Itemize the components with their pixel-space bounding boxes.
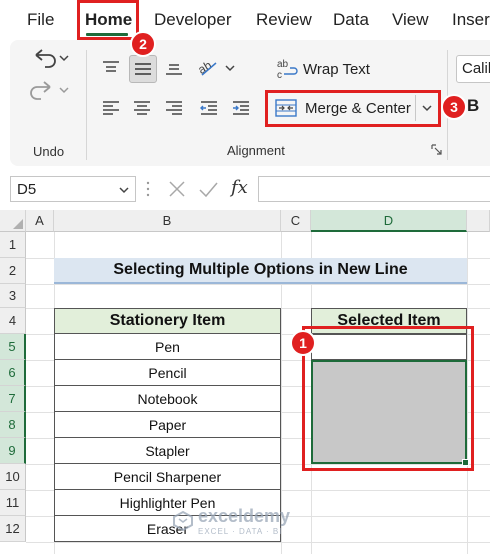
row-header[interactable]: 2 — [0, 258, 26, 284]
row-header[interactable]: 10 — [0, 464, 26, 490]
callout-badge-1: 1 — [290, 330, 316, 356]
table-cell[interactable]: Pen — [54, 334, 281, 360]
table-cell[interactable]: Pencil — [54, 360, 281, 386]
row-header[interactable]: 7 — [0, 386, 26, 412]
ribbon-tab-bar: File Home Developer Review Data View Ins… — [0, 0, 490, 40]
table-cell[interactable]: Paper — [54, 412, 281, 438]
align-center-icon — [134, 101, 150, 115]
stationery-header[interactable]: Stationery Item — [54, 308, 281, 334]
svg-text:ab: ab — [277, 59, 289, 70]
redo-icon — [30, 81, 69, 100]
align-right-button[interactable] — [161, 95, 187, 121]
increase-indent-icon — [233, 101, 249, 115]
top-align-icon — [103, 61, 119, 72]
sheet-title[interactable]: Selecting Multiple Options in New Line — [54, 258, 467, 284]
name-box[interactable]: D5 — [10, 176, 136, 202]
align-left-button[interactable] — [98, 95, 124, 121]
grip-icon — [146, 181, 150, 197]
bottom-align-icon — [166, 64, 182, 75]
row-header[interactable]: 4 — [0, 308, 26, 334]
merge-center-highlight — [265, 90, 441, 127]
range-highlight — [302, 326, 474, 471]
decrease-indent-button[interactable] — [196, 95, 222, 121]
align-right-icon — [166, 101, 182, 115]
formula-input[interactable] — [258, 176, 490, 202]
exceldemy-logo-icon — [173, 510, 193, 532]
bold-button[interactable]: B — [467, 96, 479, 116]
name-box-value: D5 — [17, 181, 37, 198]
orientation-button[interactable]: ab — [196, 55, 238, 81]
tab-insert[interactable]: Inser — [452, 10, 490, 30]
watermark-name: exceldemy — [198, 506, 291, 526]
watermark: exceldemy EXCEL · DATA · BI — [172, 506, 290, 536]
watermark-text: exceldemy EXCEL · DATA · BI — [198, 506, 290, 536]
row-header[interactable]: 1 — [0, 232, 26, 258]
select-all-corner[interactable] — [0, 210, 26, 232]
excel-window: File Home Developer Review Data View Ins… — [0, 0, 490, 554]
alignment-dialog-launcher[interactable] — [431, 144, 443, 156]
row-header[interactable]: 9 — [0, 438, 26, 464]
callout-badge-2: 2 — [130, 31, 156, 57]
dialog-launcher-icon — [431, 144, 442, 155]
row-header[interactable]: 3 — [0, 284, 26, 308]
alignment-group-label: Alignment — [227, 143, 285, 158]
watermark-tagline: EXCEL · DATA · BI — [198, 527, 283, 536]
gridline — [26, 284, 490, 285]
table-cell[interactable]: Stapler — [54, 438, 281, 464]
tab-developer[interactable]: Developer — [154, 10, 232, 30]
orientation-icon: ab — [196, 58, 235, 77]
corner-triangle-icon — [13, 219, 23, 229]
column-header-a[interactable]: A — [26, 210, 54, 232]
svg-text:c: c — [277, 70, 282, 80]
align-left-icon — [103, 101, 119, 115]
increase-indent-button[interactable] — [228, 95, 254, 121]
row-header[interactable]: 6 — [0, 360, 26, 386]
bottom-align-button[interactable] — [161, 55, 187, 81]
column-header-e[interactable] — [467, 210, 490, 232]
tab-view[interactable]: View — [392, 10, 429, 30]
tab-review[interactable]: Review — [256, 10, 312, 30]
row-header[interactable]: 11 — [0, 490, 26, 516]
tab-data[interactable]: Data — [333, 10, 369, 30]
row-header[interactable]: 5 — [0, 334, 26, 360]
undo-group-label: Undo — [33, 144, 65, 159]
tab-file[interactable]: File — [27, 10, 54, 30]
gridline — [26, 542, 490, 543]
align-center-button[interactable] — [129, 95, 155, 121]
row-header[interactable]: 8 — [0, 412, 26, 438]
middle-align-button[interactable] — [129, 55, 157, 83]
middle-align-icon — [135, 63, 151, 75]
table-cell[interactable]: Notebook — [54, 386, 281, 412]
enter-check-icon[interactable] — [197, 178, 219, 200]
font-name-box[interactable]: Calibr — [456, 55, 490, 83]
column-header-c[interactable]: C — [281, 210, 311, 232]
group-divider — [86, 50, 87, 160]
column-header-b[interactable]: B — [54, 210, 281, 232]
top-align-button[interactable] — [98, 55, 124, 81]
undo-button[interactable] — [26, 44, 72, 72]
column-header-d[interactable]: D — [311, 210, 467, 232]
cancel-icon[interactable] — [166, 178, 188, 200]
home-tab-highlight — [77, 0, 139, 40]
undo-icon — [35, 49, 69, 68]
redo-button[interactable] — [26, 76, 72, 104]
chevron-down-icon — [119, 187, 129, 194]
wrap-text-button[interactable]: ab c Wrap Text — [276, 55, 370, 83]
callout-badge-3: 3 — [441, 94, 467, 120]
row-header[interactable]: 12 — [0, 516, 26, 542]
decrease-indent-icon — [200, 101, 217, 115]
insert-function-button[interactable]: fx — [231, 177, 248, 198]
table-cell[interactable]: Pencil Sharpener — [54, 464, 281, 490]
wrap-text-icon: ab c — [277, 59, 298, 80]
wrap-text-label: Wrap Text — [303, 60, 370, 78]
